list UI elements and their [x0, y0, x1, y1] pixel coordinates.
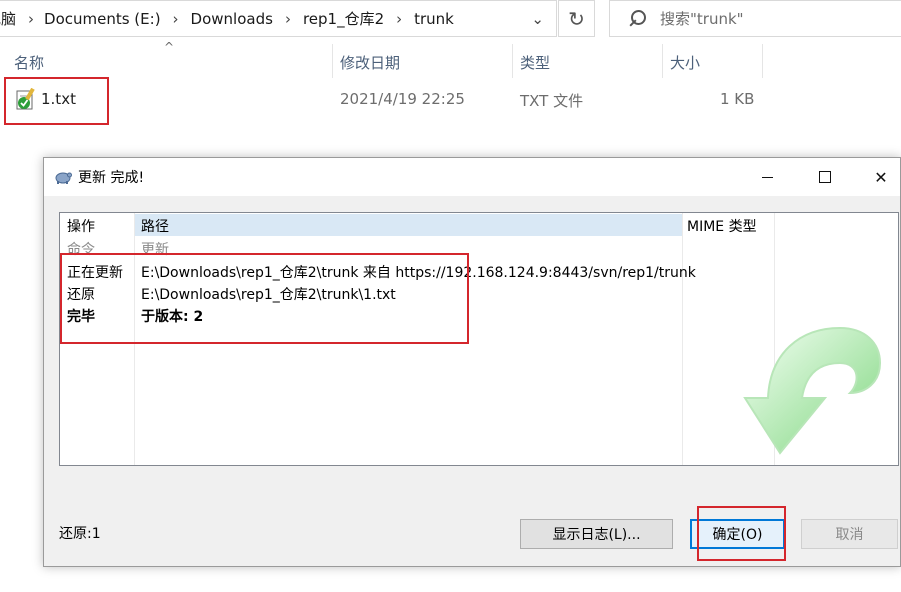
column-divider[interactable]	[762, 44, 763, 78]
column-divider	[682, 213, 683, 465]
status-text: 还原:1	[59, 526, 101, 542]
column-divider[interactable]	[332, 44, 333, 78]
dialog-titlebar[interactable]: 更新 完成! ✕	[44, 158, 900, 196]
file-modified: 2021/4/19 22:25	[340, 90, 465, 108]
breadcrumb-drive[interactable]: Documents (E:)	[44, 10, 161, 28]
column-action[interactable]: 操作	[67, 216, 95, 236]
column-divider[interactable]	[662, 44, 663, 78]
highlight-box	[60, 253, 469, 344]
sort-up-icon: ^	[164, 40, 175, 54]
close-icon: ✕	[874, 167, 888, 187]
column-name[interactable]: 名称	[14, 52, 44, 73]
chevron-down-icon[interactable]: ⌄	[531, 10, 544, 28]
close-button[interactable]: ✕	[852, 158, 901, 196]
dialog-title: 更新 完成!	[78, 170, 145, 186]
chevron-right-icon[interactable]: ›	[396, 10, 402, 28]
path-header-highlight	[134, 214, 682, 236]
maximize-icon	[819, 171, 831, 183]
highlight-box	[697, 506, 786, 561]
minimize-button[interactable]	[738, 158, 796, 196]
column-size[interactable]: 大小	[670, 52, 700, 73]
breadcrumb-repo[interactable]: rep1_仓库2	[303, 8, 384, 29]
column-modified[interactable]: 修改日期	[340, 52, 400, 73]
update-arrow-icon	[743, 326, 882, 455]
refresh-button[interactable]: ↻	[558, 0, 595, 37]
update-finished-dialog: 更新 完成! ✕ 操作 路径 MIME 类型 命令 更新 正在更新 E:\Dow…	[43, 157, 901, 567]
breadcrumb-this-pc[interactable]: 电脑	[0, 8, 16, 29]
chevron-right-icon[interactable]: ›	[285, 10, 291, 28]
column-path[interactable]: 路径	[141, 216, 169, 236]
column-type[interactable]: 类型	[520, 52, 550, 73]
chevron-right-icon[interactable]: ›	[173, 10, 179, 28]
breadcrumb-downloads[interactable]: Downloads	[191, 10, 273, 28]
column-divider[interactable]	[512, 44, 513, 78]
minimize-icon	[761, 176, 773, 178]
search-input[interactable]: 搜索"trunk"	[609, 0, 901, 37]
maximize-button[interactable]	[796, 158, 854, 196]
refresh-icon: ↻	[568, 6, 585, 31]
breadcrumb-trunk[interactable]: trunk	[414, 10, 454, 28]
cancel-button[interactable]: 取消	[801, 519, 898, 549]
file-list-header: ^ 名称 修改日期 类型 大小	[0, 40, 901, 80]
file-name: 1.txt	[41, 90, 76, 108]
search-icon	[626, 9, 646, 29]
update-log-list[interactable]: 操作 路径 MIME 类型 命令 更新 正在更新 E:\Downloads\re…	[59, 212, 899, 466]
tortoise-icon	[55, 172, 72, 184]
address-bar[interactable]: 电脑 › Documents (E:) › Downloads › rep1_仓…	[0, 0, 557, 37]
chevron-right-icon[interactable]: ›	[28, 10, 34, 28]
file-row[interactable]: 1.txt 2021/4/19 22:25 TXT 文件 1 KB	[0, 77, 901, 125]
file-size: 1 KB	[720, 90, 755, 108]
txt-file-icon	[16, 88, 35, 110]
search-placeholder: 搜索"trunk"	[660, 10, 744, 28]
file-type: TXT 文件	[520, 92, 584, 110]
column-mime[interactable]: MIME 类型	[687, 216, 757, 236]
show-log-button[interactable]: 显示日志(L)...	[520, 519, 673, 549]
